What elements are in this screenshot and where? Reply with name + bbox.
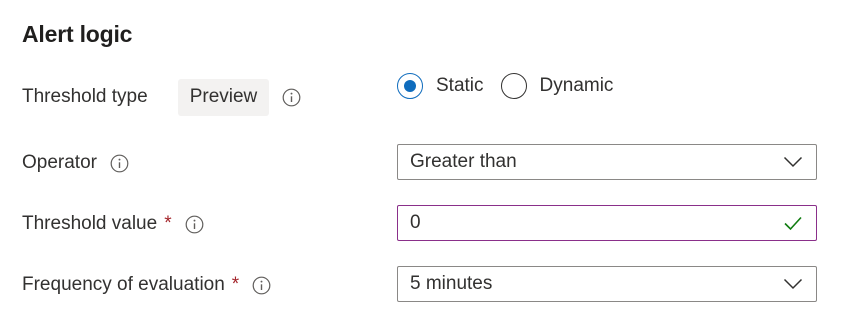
radio-dynamic-label: Dynamic (539, 75, 614, 96)
frequency-dropdown[interactable]: 5 minutes (397, 266, 817, 302)
info-icon[interactable] (110, 154, 129, 173)
checkmark-icon (782, 212, 804, 234)
preview-badge: Preview (177, 78, 270, 116)
operator-label: Operator (22, 152, 97, 173)
section-title: Alert logic (22, 21, 133, 47)
chevron-down-icon (782, 273, 804, 295)
threshold-type-radio-group: Static Dynamic (397, 66, 630, 106)
threshold-value-input[interactable]: 0 (397, 205, 817, 241)
threshold-type-label: Threshold type (22, 86, 148, 107)
threshold-value-label-group: Threshold value * (22, 204, 204, 244)
operator-dropdown[interactable]: Greater than (397, 144, 817, 180)
threshold-type-row: Threshold type Preview Static Dynamic (0, 73, 844, 117)
radio-static[interactable]: Static (397, 73, 484, 99)
radio-static-label: Static (436, 75, 484, 96)
operator-row: Operator Greater than (0, 143, 844, 183)
radio-dynamic-circle[interactable] (500, 73, 527, 99)
threshold-type-label-group: Threshold type Preview (22, 77, 301, 117)
threshold-value-text: 0 (410, 212, 421, 233)
operator-selected-value: Greater than (410, 151, 517, 172)
operator-label-group: Operator (22, 143, 129, 183)
info-icon[interactable] (185, 215, 204, 234)
frequency-label-group: Frequency of evaluation * (22, 265, 271, 305)
required-marker: * (231, 274, 240, 295)
required-marker: * (164, 213, 172, 234)
info-icon[interactable] (282, 88, 301, 107)
radio-dynamic[interactable]: Dynamic (500, 73, 614, 99)
threshold-value-row: Threshold value * 0 (0, 204, 844, 244)
radio-static-circle[interactable] (397, 73, 423, 99)
frequency-row: Frequency of evaluation * 5 minutes (0, 265, 844, 305)
alert-logic-panel: Alert logic Threshold type Preview Stati… (0, 0, 844, 322)
frequency-selected-value: 5 minutes (410, 273, 493, 294)
threshold-value-label: Threshold value (22, 213, 158, 234)
radio-selected-dot (404, 80, 416, 92)
chevron-down-icon (782, 151, 804, 173)
info-icon[interactable] (252, 276, 271, 295)
frequency-label: Frequency of evaluation (22, 274, 225, 295)
